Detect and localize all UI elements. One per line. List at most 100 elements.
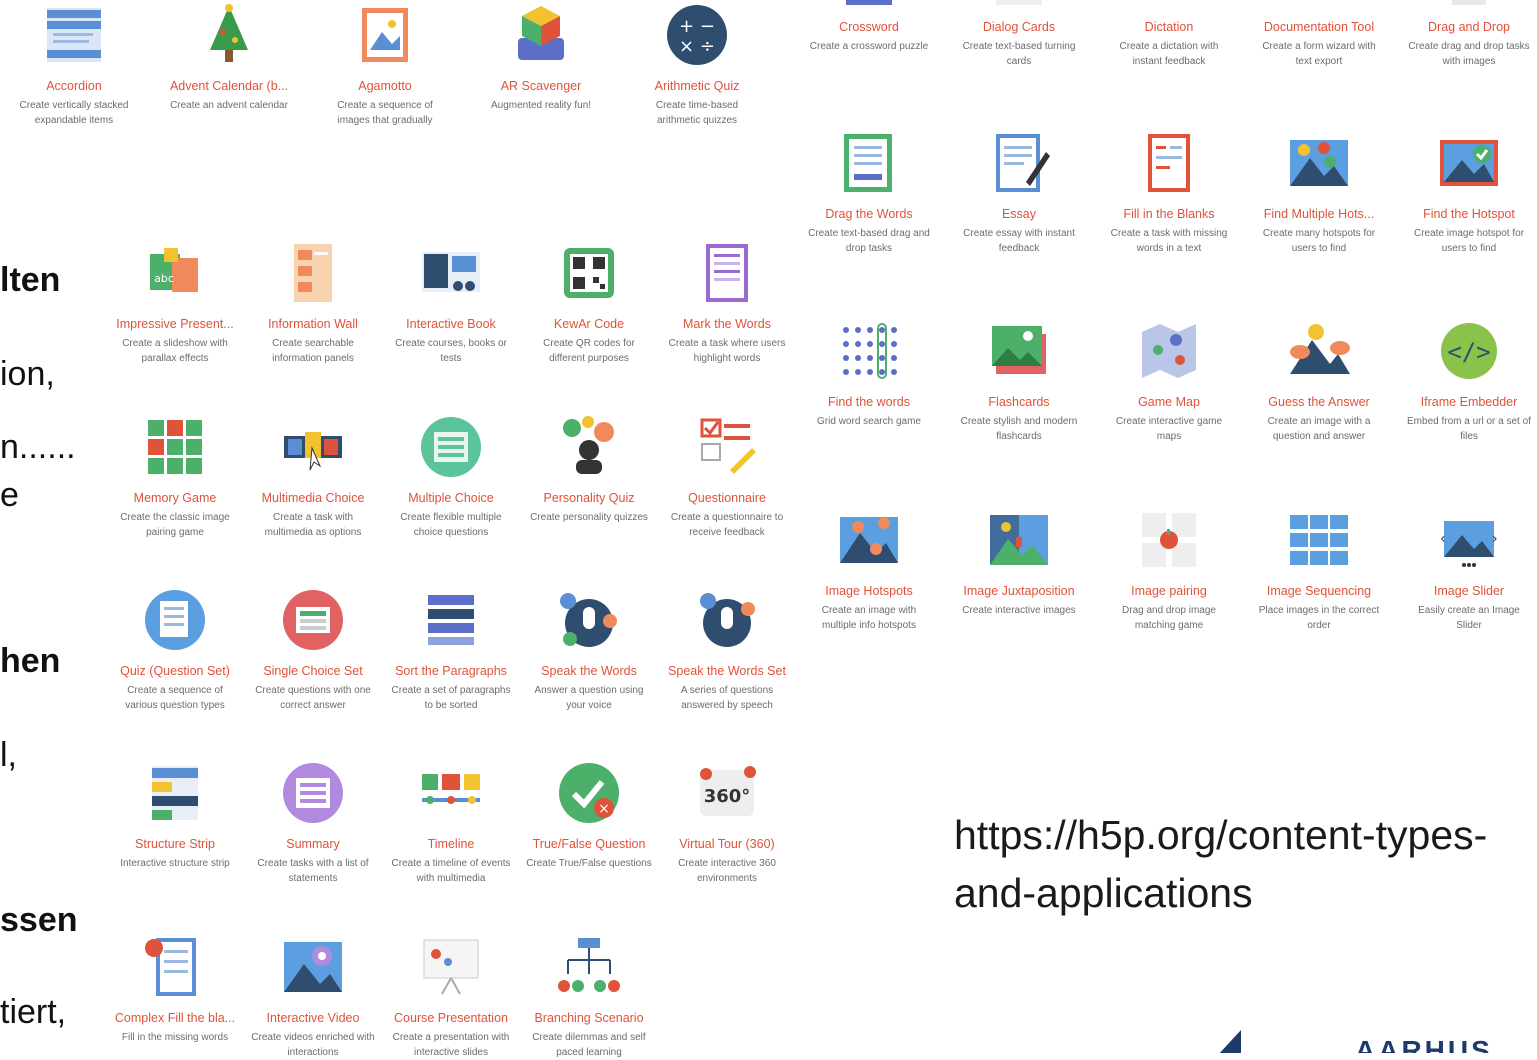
content-type-title[interactable]: AR Scavenger — [473, 78, 609, 94]
content-type-title[interactable]: Information Wall — [245, 316, 381, 332]
content-type-title[interactable]: Memory Game — [107, 490, 243, 506]
content-type-card[interactable]: Agamotto Create a sequence of images that… — [317, 2, 453, 128]
content-type-card[interactable]: + − × ÷ Arithmetic Quiz Create time-based a… — [629, 2, 765, 128]
content-type-title[interactable]: Summary — [245, 836, 381, 852]
content-type-card[interactable]: Dictation Create a dictation with instant… — [1101, 0, 1237, 69]
content-type-title[interactable]: Mark the Words — [659, 316, 795, 332]
content-type-card[interactable]: Image Hotspots Create an image with multi… — [801, 507, 937, 633]
content-type-title[interactable]: Course Presentation — [383, 1010, 519, 1026]
content-type-title[interactable]: Speak the Words — [521, 663, 657, 679]
content-type-title[interactable]: Drag and Drop — [1401, 19, 1537, 35]
content-type-card[interactable]: Accordion Create vertically stacked expan… — [6, 2, 142, 128]
content-type-card[interactable]: Structure Strip Interactive structure str… — [107, 760, 243, 886]
content-type-card[interactable]: Memory Game Create the classic image pair… — [107, 414, 243, 540]
content-type-card[interactable]: Find the Hotspot Create image hotspot for… — [1401, 130, 1537, 256]
content-type-title[interactable]: Agamotto — [317, 78, 453, 94]
content-type-title[interactable]: Complex Fill the bla... — [107, 1010, 243, 1026]
content-type-card[interactable]: AR Scavenger Augmented reality fun! — [473, 2, 609, 128]
content-type-card[interactable]: Complex Fill the bla... Fill in the missi… — [107, 934, 243, 1060]
content-type-title[interactable]: Speak the Words Set — [659, 663, 795, 679]
content-type-card[interactable]: KewAr Code Create QR codes for different … — [521, 240, 657, 366]
content-type-card[interactable]: Course Presentation Create a presentation… — [383, 934, 519, 1060]
content-type-card[interactable]: Interactive Book Create courses, books or… — [383, 240, 519, 366]
content-type-card[interactable]: Branching Scenario Create dilemmas and se… — [521, 934, 657, 1060]
content-type-title[interactable]: Impressive Present... — [107, 316, 243, 332]
content-type-title[interactable]: Multiple Choice — [383, 490, 519, 506]
content-type-card[interactable]: Drag and Drop Create drag and drop tasks … — [1401, 0, 1537, 69]
content-type-title[interactable]: Interactive Book — [383, 316, 519, 332]
content-type-card[interactable]: Flashcards Create stylish and modern flas… — [951, 318, 1087, 444]
content-type-title[interactable]: Iframe Embedder — [1401, 394, 1537, 410]
hotspot-icon — [1436, 130, 1502, 196]
content-type-title[interactable]: Find Multiple Hots... — [1251, 206, 1387, 222]
content-type-title[interactable]: Image pairing — [1101, 583, 1237, 599]
content-type-title[interactable]: Find the words — [801, 394, 937, 410]
content-type-title[interactable]: Flashcards — [951, 394, 1087, 410]
content-type-title[interactable]: Interactive Video — [245, 1010, 381, 1026]
content-type-card[interactable]: Image pairing Drag and drop image matchin… — [1101, 507, 1237, 633]
content-type-card[interactable]: Mark the Words Create a task where users … — [659, 240, 795, 366]
content-type-card[interactable]: ‹ › Image Slider Easily create an Image Sli… — [1401, 507, 1537, 633]
content-type-title[interactable]: Advent Calendar (b... — [161, 78, 297, 94]
content-type-card[interactable]: Summary Create tasks with a list of state… — [245, 760, 381, 886]
content-type-title[interactable]: Image Sequencing — [1251, 583, 1387, 599]
content-type-card[interactable]: 360° Virtual Tour (360) Create interactive… — [659, 760, 795, 886]
content-type-card[interactable]: × True/False Question Create True/False qu… — [521, 760, 657, 886]
content-type-card[interactable]: Questionnaire Create a questionnaire to r… — [659, 414, 795, 540]
content-type-title[interactable]: Dictation — [1101, 19, 1237, 35]
content-type-card[interactable]: Image Sequencing Place images in the corr… — [1251, 507, 1387, 633]
content-type-card[interactable]: Interactive Video Create videos enriched … — [245, 934, 381, 1060]
content-type-title[interactable]: Structure Strip — [107, 836, 243, 852]
content-type-title[interactable]: Crossword — [801, 19, 937, 35]
content-type-title[interactable]: Dialog Cards — [951, 19, 1087, 35]
source-url[interactable]: https://h5p.org/content-types-and-applic… — [954, 806, 1514, 922]
content-type-card[interactable]: </> Iframe Embedder Embed from a url or a … — [1401, 318, 1537, 444]
content-type-title[interactable]: Arithmetic Quiz — [629, 78, 765, 94]
content-type-card[interactable]: Crossword Create a crossword puzzle — [801, 0, 937, 69]
content-type-card[interactable]: Guess the Answer Create an image with a q… — [1251, 318, 1387, 444]
content-type-title[interactable]: Timeline — [383, 836, 519, 852]
content-type-card[interactable]: Single Choice Set Create questions with o… — [245, 587, 381, 713]
content-type-title[interactable]: Single Choice Set — [245, 663, 381, 679]
content-type-title[interactable]: Accordion — [6, 78, 142, 94]
content-type-title[interactable]: Image Juxtaposition — [951, 583, 1087, 599]
content-type-card[interactable]: Find Multiple Hots... Create many hotspot… — [1251, 130, 1387, 256]
content-type-card[interactable]: Multimedia Choice Create a task with mult… — [245, 414, 381, 540]
content-type-card[interactable]: Essay Create essay with instant feedback — [951, 130, 1087, 256]
content-type-card[interactable]: Find the words Grid word search game — [801, 318, 937, 444]
content-type-title[interactable]: Branching Scenario — [521, 1010, 657, 1026]
content-type-card[interactable]: Documentation Tool Create a form wizard w… — [1251, 0, 1387, 69]
content-type-card[interactable]: Speak the Words Answer a question using y… — [521, 587, 657, 713]
content-type-card[interactable]: Multiple Choice Create flexible multiple … — [383, 414, 519, 540]
content-type-card[interactable]: abc Impressive Present... Create a slidesh… — [107, 240, 243, 366]
content-type-title[interactable]: Image Hotspots — [801, 583, 937, 599]
content-type-title[interactable]: Multimedia Choice — [245, 490, 381, 506]
content-type-title[interactable]: Game Map — [1101, 394, 1237, 410]
content-type-card[interactable]: Personality Quiz Create personality quizz… — [521, 414, 657, 540]
content-type-title[interactable]: Quiz (Question Set) — [107, 663, 243, 679]
content-type-title[interactable]: Essay — [951, 206, 1087, 222]
content-type-card[interactable]: Fill in the Blanks Create a task with mis… — [1101, 130, 1237, 256]
content-type-title[interactable]: Find the Hotspot — [1401, 206, 1537, 222]
content-type-card[interactable]: Sort the Paragraphs Create a set of parag… — [383, 587, 519, 713]
content-type-card[interactable]: Timeline Create a timeline of events with… — [383, 760, 519, 886]
content-type-card[interactable]: Information Wall Create searchable inform… — [245, 240, 381, 366]
content-type-title[interactable]: Documentation Tool — [1251, 19, 1387, 35]
content-type-title[interactable]: Questionnaire — [659, 490, 795, 506]
content-type-title[interactable]: True/False Question — [521, 836, 657, 852]
content-type-card[interactable]: Image Juxtaposition Create interactive im… — [951, 507, 1087, 633]
content-type-card[interactable]: Drag the Words Create text-based drag and… — [801, 130, 937, 256]
content-type-title[interactable]: Image Slider — [1401, 583, 1537, 599]
content-type-title[interactable]: Sort the Paragraphs — [383, 663, 519, 679]
content-type-title[interactable]: Personality Quiz — [521, 490, 657, 506]
content-type-title[interactable]: Drag the Words — [801, 206, 937, 222]
content-type-title[interactable]: Virtual Tour (360) — [659, 836, 795, 852]
content-type-title[interactable]: Fill in the Blanks — [1101, 206, 1237, 222]
content-type-card[interactable]: Game Map Create interactive game maps — [1101, 318, 1237, 444]
content-type-title[interactable]: Guess the Answer — [1251, 394, 1387, 410]
content-type-card[interactable]: Advent Calendar (b... Create an advent ca… — [161, 2, 297, 128]
content-type-card[interactable]: Dialog Cards Create text-based turning ca… — [951, 0, 1087, 69]
content-type-title[interactable]: KewAr Code — [521, 316, 657, 332]
content-type-card[interactable]: Quiz (Question Set) Create a sequence of … — [107, 587, 243, 713]
content-type-card[interactable]: Speak the Words Set A series of questions… — [659, 587, 795, 713]
